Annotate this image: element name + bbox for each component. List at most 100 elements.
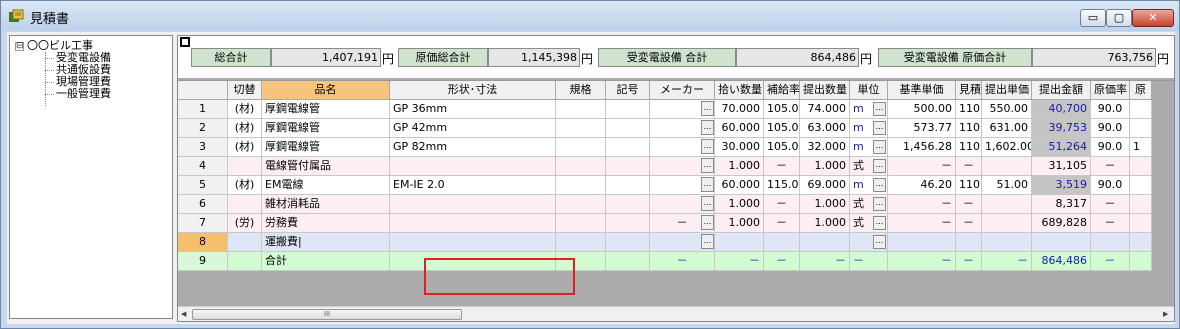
extra-cell[interactable]: 1	[1130, 138, 1152, 157]
item-name-cell[interactable]: 厚鋼電線管	[262, 100, 390, 119]
unit-picker-button[interactable]: ...	[873, 102, 886, 116]
scroll-thumb[interactable]: III	[192, 309, 462, 320]
submit-price-cell[interactable]	[982, 195, 1032, 214]
maker-picker-button[interactable]: ...	[701, 139, 714, 154]
estimate-rate-cell[interactable]: －	[956, 252, 982, 271]
extra-cell[interactable]	[1130, 195, 1152, 214]
rate-cell[interactable]: －	[764, 157, 800, 176]
spec-cell[interactable]	[390, 195, 556, 214]
submit-price-cell[interactable]	[982, 157, 1032, 176]
cost-rate-cell[interactable]: 90.0	[1091, 176, 1130, 195]
column-header[interactable]: 提出金額	[1032, 81, 1091, 100]
minimize-button[interactable]: ▭	[1080, 9, 1106, 27]
item-name-cell[interactable]: 合計	[262, 252, 390, 271]
kind-cell[interactable]	[228, 252, 262, 271]
unit-cell[interactable]: －	[850, 252, 888, 271]
spec-cell[interactable]	[390, 157, 556, 176]
horizontal-scrollbar[interactable]: ◀ III ▶	[178, 306, 1174, 321]
kind-cell[interactable]	[228, 233, 262, 252]
submit-qty-cell[interactable]: 1.000	[800, 214, 850, 233]
submit-qty-cell[interactable]	[800, 233, 850, 252]
rate-cell[interactable]: －	[764, 195, 800, 214]
submit-qty-cell[interactable]: 69.000	[800, 176, 850, 195]
quantity-cell[interactable]: 1.000	[715, 214, 764, 233]
column-header[interactable]: 切替	[228, 81, 262, 100]
quantity-cell[interactable]: 70.000	[715, 100, 764, 119]
extra-cell[interactable]	[1130, 252, 1152, 271]
amount-cell[interactable]: 3,519	[1032, 176, 1091, 195]
standard-cell[interactable]	[556, 100, 606, 119]
unit-picker-button[interactable]: ...	[873, 121, 886, 135]
maker-picker-button[interactable]: ...	[701, 177, 714, 192]
table-row[interactable]: 8 運搬費|......	[178, 233, 1174, 252]
table-row[interactable]: 4 電線管付属品... 1.000 － 1.000 式... －－ 31,105 －	[178, 157, 1174, 176]
close-button[interactable]: ✕	[1132, 9, 1174, 27]
standard-cell[interactable]	[556, 119, 606, 138]
base-price-cell[interactable]: 46.20	[888, 176, 956, 195]
cost-rate-cell[interactable]: 90.0	[1091, 119, 1130, 138]
cost-rate-cell[interactable]: 90.0	[1091, 138, 1130, 157]
column-header[interactable]: 拾い数量	[715, 81, 764, 100]
symbol-cell[interactable]	[606, 157, 650, 176]
estimate-rate-cell[interactable]: －	[956, 157, 982, 176]
rate-cell[interactable]: 105.0	[764, 119, 800, 138]
item-name-cell[interactable]: 厚鋼電線管	[262, 119, 390, 138]
submit-qty-cell[interactable]: －	[800, 252, 850, 271]
cost-rate-cell[interactable]: 90.0	[1091, 100, 1130, 119]
rate-cell[interactable]: 105.0	[764, 138, 800, 157]
amount-cell[interactable]: 39,753	[1032, 119, 1091, 138]
unit-picker-button[interactable]: ...	[873, 159, 886, 173]
cost-rate-cell[interactable]	[1091, 233, 1130, 252]
kind-cell[interactable]: (労)	[228, 214, 262, 233]
spec-cell[interactable]	[390, 233, 556, 252]
item-name-cell[interactable]: 運搬費|	[262, 233, 390, 252]
quantity-cell[interactable]: 1.000	[715, 157, 764, 176]
item-name-cell[interactable]: 雑材消耗品	[262, 195, 390, 214]
column-header[interactable]: 記号	[606, 81, 650, 100]
estimate-rate-cell[interactable]	[956, 233, 982, 252]
kind-cell[interactable]: (材)	[228, 138, 262, 157]
extra-cell[interactable]	[1130, 233, 1152, 252]
column-header[interactable]: 形状･寸法	[390, 81, 556, 100]
column-header[interactable]: 単位	[850, 81, 888, 100]
cost-rate-cell[interactable]: －	[1091, 157, 1130, 176]
quantity-cell[interactable]: 1.000	[715, 195, 764, 214]
submit-qty-cell[interactable]: 32.000	[800, 138, 850, 157]
column-header[interactable]	[178, 81, 228, 100]
symbol-cell[interactable]	[606, 176, 650, 195]
kind-cell[interactable]: (材)	[228, 100, 262, 119]
symbol-cell[interactable]	[606, 119, 650, 138]
kind-cell[interactable]	[228, 157, 262, 176]
column-header[interactable]: メーカー	[650, 81, 715, 100]
amount-cell[interactable]: 51,264	[1032, 138, 1091, 157]
maker-picker-button[interactable]: ...	[701, 158, 714, 173]
maker-picker-button[interactable]: ...	[701, 234, 714, 249]
submit-price-cell[interactable]: 1,602.00	[982, 138, 1032, 157]
maker-picker-button[interactable]: ...	[701, 120, 714, 135]
item-name-cell[interactable]: EM電線	[262, 176, 390, 195]
submit-price-cell[interactable]: 51.00	[982, 176, 1032, 195]
base-price-cell[interactable]	[888, 233, 956, 252]
symbol-cell[interactable]	[606, 138, 650, 157]
column-header[interactable]: 原	[1130, 81, 1152, 100]
symbol-cell[interactable]	[606, 100, 650, 119]
symbol-cell[interactable]	[606, 252, 650, 271]
standard-cell[interactable]	[556, 138, 606, 157]
collapse-icon[interactable]: ⊟	[15, 42, 24, 51]
base-price-cell[interactable]: －	[888, 195, 956, 214]
base-price-cell[interactable]: 573.77	[888, 119, 956, 138]
maker-picker-button[interactable]: ...	[701, 101, 714, 116]
amount-cell[interactable]: 689,828	[1032, 214, 1091, 233]
rate-cell[interactable]: 115.0	[764, 176, 800, 195]
spec-cell[interactable]	[390, 214, 556, 233]
unit-picker-button[interactable]: ...	[873, 140, 886, 154]
kind-cell[interactable]: (材)	[228, 119, 262, 138]
unit-picker-button[interactable]: ...	[873, 235, 886, 249]
maker-picker-button[interactable]: ...	[701, 215, 714, 230]
column-header[interactable]: 見積率	[956, 81, 982, 100]
spec-cell[interactable]: GP 82mm	[390, 138, 556, 157]
base-price-cell[interactable]: 500.00	[888, 100, 956, 119]
base-price-cell[interactable]: 1,456.28	[888, 138, 956, 157]
quantity-cell[interactable]	[715, 233, 764, 252]
standard-cell[interactable]	[556, 176, 606, 195]
